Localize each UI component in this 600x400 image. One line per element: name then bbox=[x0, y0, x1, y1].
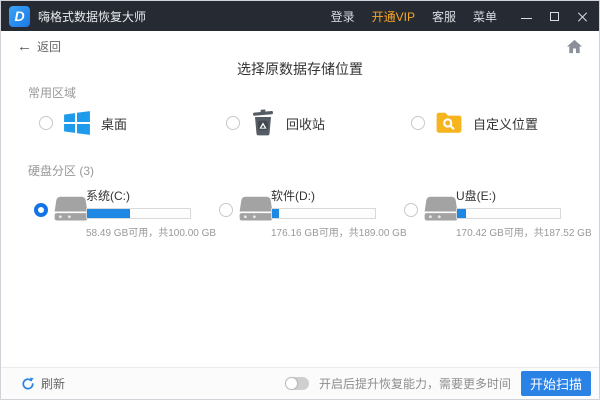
back-label: 返回 bbox=[37, 38, 61, 55]
drive-d-info: 软件(D:) 176.16 GB可用，共189.00 GB bbox=[271, 187, 394, 239]
option-custom-location-label: 自定义位置 bbox=[473, 114, 538, 133]
deep-scan-toggle[interactable] bbox=[285, 377, 309, 390]
support-button[interactable]: 客服 bbox=[432, 8, 456, 25]
start-scan-button[interactable]: 开始扫描 bbox=[521, 371, 591, 396]
drive-e-usage-bar bbox=[456, 208, 561, 219]
refresh-button[interactable]: 刷新 bbox=[21, 375, 65, 392]
drive-c-info: 系统(C:) 58.49 GB可用，共100.00 GB bbox=[86, 187, 209, 239]
refresh-label: 刷新 bbox=[41, 375, 65, 392]
radio-drive-c[interactable] bbox=[34, 203, 48, 217]
home-button[interactable] bbox=[566, 39, 583, 54]
refresh-icon bbox=[21, 377, 35, 391]
maximize-icon bbox=[550, 12, 559, 21]
titlebar-menu: 登录 开通VIP 客服 菜单 bbox=[331, 8, 589, 25]
drive-d-caption: 176.16 GB可用，共189.00 GB bbox=[271, 224, 394, 239]
title-bar: D 嗨格式数据恢复大师 登录 开通VIP 客服 菜单 bbox=[1, 1, 599, 31]
toggle-knob bbox=[286, 378, 297, 389]
option-recycle-bin[interactable]: 回收站 bbox=[226, 107, 325, 139]
menu-button[interactable]: 菜单 bbox=[473, 8, 497, 25]
radio-recycle-bin[interactable] bbox=[226, 116, 240, 130]
drive-e-caption: 170.42 GB可用，共187.52 GB bbox=[456, 224, 579, 239]
folder-search-icon bbox=[435, 110, 463, 136]
maximize-button[interactable] bbox=[548, 10, 561, 23]
drive-c-usage-bar bbox=[86, 208, 191, 219]
close-button[interactable] bbox=[576, 10, 589, 23]
drive-d-usage-bar bbox=[271, 208, 376, 219]
common-areas-label: 常用区域 bbox=[28, 84, 76, 101]
home-icon bbox=[566, 39, 583, 54]
recycle-bin-icon bbox=[250, 109, 276, 137]
app-window: D 嗨格式数据恢复大师 登录 开通VIP 客服 菜单 ← 返回 选择原数据存储位… bbox=[0, 0, 600, 400]
drive-c-caption: 58.49 GB可用，共100.00 GB bbox=[86, 224, 209, 239]
minimize-button[interactable] bbox=[520, 10, 533, 23]
window-controls bbox=[520, 10, 589, 23]
partitions-label: 硬盘分区 (3) bbox=[28, 162, 94, 179]
radio-drive-d[interactable] bbox=[219, 203, 233, 217]
drive-e-usage-fill bbox=[457, 209, 466, 218]
footer-bar: 刷新 开启后提升恢复能力，需要更多时间 开始扫描 bbox=[1, 367, 599, 399]
option-desktop-label: 桌面 bbox=[101, 114, 127, 133]
option-recycle-bin-label: 回收站 bbox=[286, 114, 325, 133]
drive-d-name: 软件(D:) bbox=[271, 187, 394, 204]
radio-desktop[interactable] bbox=[39, 116, 53, 130]
radio-drive-e[interactable] bbox=[404, 203, 418, 217]
footer-right: 开启后提升恢复能力，需要更多时间 开始扫描 bbox=[285, 371, 591, 396]
option-custom-location[interactable]: 自定义位置 bbox=[411, 107, 538, 139]
drive-c-name: 系统(C:) bbox=[86, 187, 209, 204]
login-button[interactable]: 登录 bbox=[331, 8, 355, 25]
option-desktop[interactable]: 桌面 bbox=[39, 107, 127, 139]
minimize-icon bbox=[521, 18, 532, 19]
back-arrow-icon: ← bbox=[17, 39, 32, 54]
open-vip-button[interactable]: 开通VIP bbox=[372, 8, 415, 25]
page-title: 选择原数据存储位置 bbox=[1, 59, 599, 79]
toolbar: ← 返回 bbox=[1, 31, 599, 61]
drive-d-usage-fill bbox=[272, 209, 279, 218]
drive-e-name: U盘(E:) bbox=[456, 187, 579, 204]
usb-drive-icon bbox=[423, 193, 459, 225]
deep-scan-hint: 开启后提升恢复能力，需要更多时间 bbox=[319, 375, 511, 392]
app-logo-icon: D bbox=[9, 6, 30, 27]
drive-e-info: U盘(E:) 170.42 GB可用，共187.52 GB bbox=[456, 187, 579, 239]
windows-icon bbox=[63, 109, 91, 137]
drive-c-usage-fill bbox=[87, 209, 130, 218]
radio-custom-location[interactable] bbox=[411, 116, 425, 130]
back-button[interactable]: ← 返回 bbox=[17, 38, 61, 55]
hard-drive-icon bbox=[53, 193, 89, 225]
hard-drive-icon bbox=[238, 193, 274, 225]
app-title: 嗨格式数据恢复大师 bbox=[38, 8, 146, 25]
